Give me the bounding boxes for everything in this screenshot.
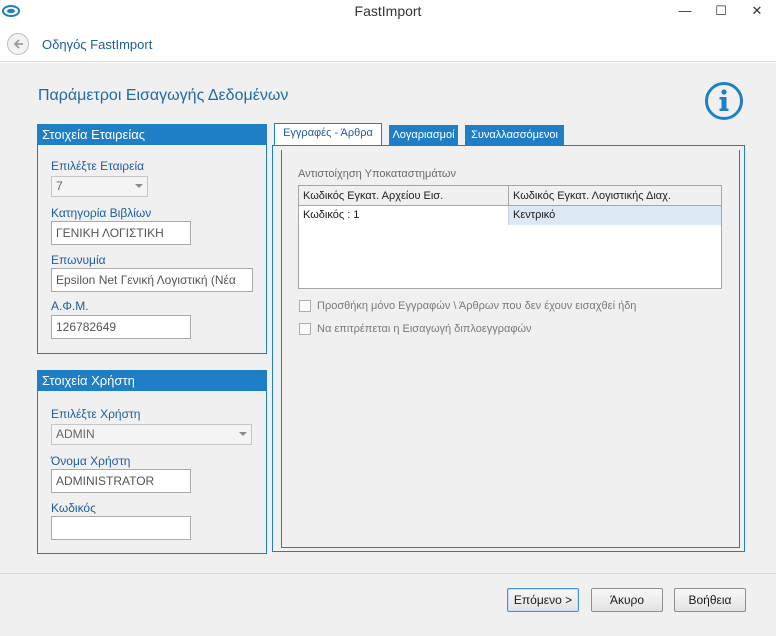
arrow-left-icon [13,39,23,49]
username-field[interactable]: ADMINISTRATOR [51,469,191,493]
password-field[interactable] [51,516,191,540]
only-new-label: Προσθήκη μόνο Εγγραφών \ Άρθρων που δεν … [317,300,637,312]
next-button[interactable]: Επόμενο > [507,588,579,612]
cancel-button[interactable]: Άκυρο [591,588,663,612]
allow-duplicates-checkbox[interactable] [299,323,311,335]
grid-column-header[interactable]: Κωδικός Εγκατ. Αρχείου Εισ. [299,186,509,206]
company-name-label: Επωνυμία [51,253,106,267]
wizard-title: Οδηγός FastImport [42,37,153,52]
books-category-field[interactable]: ΓΕΝΙΚΗ ΛΟΓΙΣΤΙΚΗ [51,221,191,245]
company-group-header: Στοιχεία Εταιρείας [38,125,266,145]
tab-accounts[interactable]: Λογαριασμοί [389,125,458,146]
only-new-option[interactable]: Προσθήκη μόνο Εγγραφών \ Άρθρων που δεν … [299,299,719,315]
user-select[interactable]: ADMIN [51,424,252,445]
title-bar: FastImport — ☐ ✕ [0,0,776,25]
company-select-label: Επιλέξτε Εταιρεία [51,159,145,173]
maximize-button[interactable]: ☐ [706,0,736,22]
user-select-value: ADMIN [56,427,95,441]
grid-column-header[interactable]: Κωδικός Εγκατ. Λογιστικής Διαχ. [509,186,721,206]
allow-duplicates-option[interactable]: Να επιτρέπεται η Εισαγωγή διπλοεγγραφών [299,322,719,338]
table-cell[interactable]: Κεντρικό [509,206,721,225]
close-button[interactable]: ✕ [742,0,772,22]
grid-header-row: Κωδικός Εγκατ. Αρχείου Εισ. Κωδικός Εγκα… [299,186,721,206]
afm-label: Α.Φ.Μ. [51,299,89,313]
page-title: Παράμετροι Εισαγωγής Δεδομένων [38,87,289,104]
mapping-grid[interactable]: Κωδικός Εγκατ. Αρχείου Εισ. Κωδικός Εγκα… [298,185,722,289]
user-group-header: Στοιχεία Χρήστη [38,371,266,391]
allow-duplicates-label: Να επιτρέπεται η Εισαγωγή διπλοεγγραφών [317,323,532,335]
minimize-button[interactable]: — [670,0,700,22]
table-row[interactable]: Κωδικός : 1 Κεντρικό [299,206,721,225]
table-cell[interactable]: Κωδικός : 1 [299,206,509,225]
chevron-down-icon [135,184,143,188]
tab-entries[interactable]: Εγγραφές - Άρθρα [274,123,382,146]
mapping-section-label: Αντιστοίχηση Υποκαταστημάτων [298,168,457,180]
afm-field[interactable]: 126782649 [51,315,191,339]
window-title: FastImport [354,3,422,19]
user-select-label: Επιλέξτε Χρήστη [51,407,141,421]
books-category-label: Κατηγορία Βιβλίων [51,206,152,220]
footer-bar: Επόμενο > Άκυρο Βοήθεια [0,573,776,636]
back-button[interactable] [7,33,29,55]
company-select-value: 7 [56,179,63,193]
chevron-down-icon [239,432,247,436]
info-circle-icon[interactable] [704,81,744,121]
wizard-nav: Οδηγός FastImport [0,25,776,62]
tab-counterparties[interactable]: Συναλλασσόμενοι [465,125,564,146]
password-label: Κωδικός [51,501,96,515]
company-select[interactable]: 7 [51,176,148,197]
username-label: Όνομα Χρήστη [51,454,131,468]
only-new-checkbox[interactable] [299,300,311,312]
company-name-field[interactable]: Epsilon Net Γενική Λογιστική (Νέα [51,268,253,292]
help-button[interactable]: Βοήθεια [674,588,746,612]
